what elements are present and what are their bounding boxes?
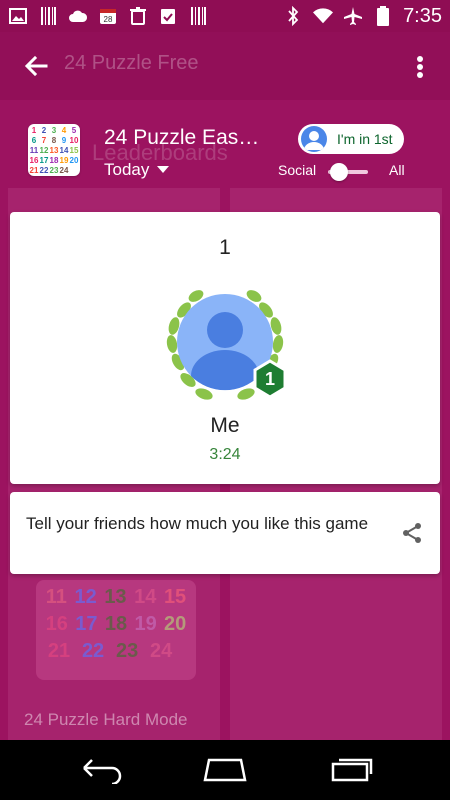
grid-cell: 21: [47, 640, 71, 662]
nav-back-button[interactable]: [76, 756, 124, 786]
battery-icon: [373, 6, 393, 26]
grid-cell: 20: [164, 613, 187, 635]
nav-recents-button[interactable]: [327, 756, 375, 784]
social-all-toggle[interactable]: [328, 162, 370, 182]
grid-cell: 24: [60, 166, 69, 175]
grid-cell: 1: [32, 126, 37, 135]
share-card[interactable]: Tell your friends how much you like this…: [10, 492, 440, 574]
game-title: 24 Puzzle Eas…: [104, 126, 260, 149]
rank-badge: 1: [265, 369, 275, 389]
calendar-day: 28: [104, 15, 113, 24]
trash-icon: [128, 6, 148, 26]
grid-cell: 11: [45, 586, 67, 608]
clipboard-check-icon: [158, 6, 178, 26]
rank-number: 1: [219, 236, 231, 259]
grid-cell: 23: [115, 640, 139, 662]
grid-cell: 10: [70, 136, 79, 145]
cloud-icon: [68, 6, 88, 26]
grid-cell: 24: [150, 640, 173, 662]
grid-cell: 22: [40, 166, 49, 175]
barcode-icon: [38, 6, 58, 26]
grid-cell: 19: [60, 156, 69, 165]
status-bar-notifications: 28: [8, 6, 208, 26]
leaderboard-entry-card: 1 1 Me 3:24: [10, 212, 440, 484]
all-label: All: [389, 162, 405, 178]
more-options-button[interactable]: [408, 52, 432, 82]
grid-cell: 15: [163, 586, 187, 608]
timeframe-label: Today: [104, 160, 150, 179]
arrow-left-icon: [24, 55, 48, 77]
grid-cell: 18: [104, 613, 128, 635]
grid-cell: 18: [50, 156, 59, 165]
social-label: Social: [278, 162, 317, 178]
grid-cell: 22: [81, 640, 105, 662]
app-bar: 24 Puzzle Free: [0, 32, 450, 100]
background-game-icon: 11 12 13 14 15 16 17 18 19 20 21 22 23 2…: [36, 580, 196, 680]
grid-cell: 13: [104, 586, 127, 608]
grid-cell: 13: [50, 146, 59, 155]
background-grid-row: 16 17 18 19 20: [42, 613, 190, 636]
chip-label: I'm in 1st: [337, 131, 393, 147]
player-name: Me: [210, 414, 240, 437]
grid-cell: 19: [134, 613, 157, 635]
grid-cell: 17: [40, 156, 49, 165]
grid-cell: 17: [75, 613, 98, 635]
home-icon: [203, 758, 247, 782]
status-bar-system: 7:35: [283, 5, 442, 27]
grid-cell: 4: [62, 126, 67, 135]
image-icon: [8, 6, 28, 26]
calendar-icon: 28: [98, 6, 118, 26]
background-grid-row: 21 22 23 24: [42, 640, 190, 663]
game-icon-grid: 1 2 3 4 5 6 7 8 9 10 11 12 13 14 15 16 1…: [30, 126, 79, 175]
background-game-label: 24 Puzzle Hard Mode: [24, 710, 188, 729]
grid-cell: 8: [52, 136, 57, 145]
clock: 7:35: [403, 5, 442, 27]
bluetooth-icon: [283, 6, 303, 26]
grid-cell: 2: [42, 126, 47, 135]
share-text: Tell your friends how much you like this…: [26, 514, 369, 533]
laurel-wreath-avatar: 1: [166, 290, 287, 400]
caret-down-icon: [157, 166, 170, 173]
jump-to-me-chip[interactable]: I'm in 1st: [298, 124, 404, 154]
grid-cell: 14: [60, 146, 69, 155]
app-bar-title: 24 Puzzle Free: [64, 52, 199, 74]
grid-cell: 23: [50, 166, 59, 175]
grid-cell: 5: [72, 126, 77, 135]
airplane-icon: [343, 6, 363, 26]
grid-cell: 7: [42, 136, 47, 145]
grid-cell: 20: [70, 156, 79, 165]
game-icon: 1 2 3 4 5 6 7 8 9 10 11 12 13 14 15 16 1…: [28, 124, 80, 176]
barcode-icon: [188, 6, 208, 26]
timeframe-dropdown[interactable]: Today: [104, 160, 170, 180]
back-button[interactable]: [20, 50, 52, 82]
grid-cell: 15: [70, 146, 79, 155]
grid-cell: 12: [74, 586, 97, 608]
grid-cell: 11: [30, 146, 39, 155]
grid-cell: 6: [32, 136, 37, 145]
recents-icon: [331, 758, 373, 782]
player-score: 3:24: [209, 446, 241, 463]
grid-cell: 9: [62, 136, 67, 145]
toggle-thumb: [330, 163, 348, 181]
grid-cell: 14: [134, 586, 157, 608]
nav-home-button[interactable]: [201, 756, 249, 784]
grid-cell: 21: [30, 166, 39, 175]
background-grid-row: 11 12 13 14 15: [42, 586, 190, 609]
grid-cell: 16: [45, 613, 68, 635]
grid-cell: 3: [52, 126, 57, 135]
avatar: [301, 126, 327, 152]
share-icon[interactable]: [400, 521, 424, 545]
more-vert-icon: [417, 56, 423, 78]
back-arrow-icon: [83, 759, 122, 786]
grid-cell: 16: [30, 156, 39, 165]
grid-cell: 12: [40, 146, 49, 155]
wifi-icon: [313, 6, 334, 26]
status-bar: 28 7:35: [0, 0, 450, 32]
